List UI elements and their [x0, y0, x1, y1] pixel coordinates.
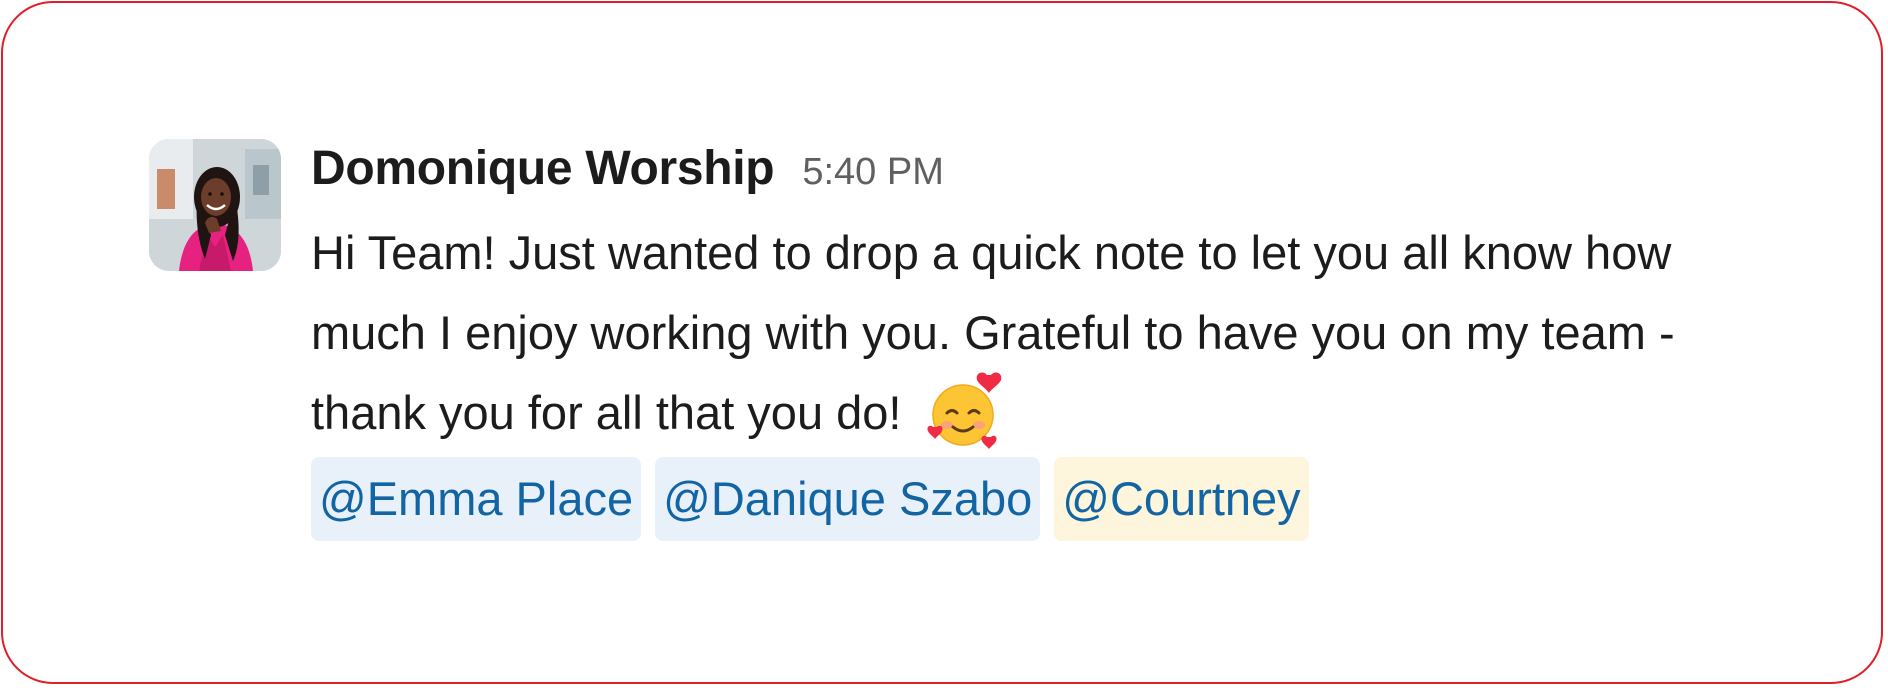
avatar-photo	[149, 139, 281, 271]
message-body: Hi Team! Just wanted to drop a quick not…	[311, 213, 1761, 457]
mention-danique-szabo[interactable]: @Danique Szabo	[655, 456, 1041, 541]
message-header: Domonique Worship 5:40 PM	[311, 139, 1791, 199]
author-name[interactable]: Domonique Worship	[311, 139, 775, 199]
message-content: Domonique Worship 5:40 PM Hi Team! Just …	[311, 139, 1791, 541]
avatar[interactable]	[149, 139, 281, 271]
mentions-row: @Emma Place @Danique Szabo @Courtney	[311, 456, 1791, 541]
smiling-face-with-hearts-icon	[925, 371, 1005, 451]
message-timestamp[interactable]: 5:40 PM	[802, 142, 944, 202]
mention-courtney[interactable]: @Courtney	[1054, 456, 1309, 541]
mention-emma-place[interactable]: @Emma Place	[311, 456, 642, 541]
message-card: Domonique Worship 5:40 PM Hi Team! Just …	[1, 1, 1883, 684]
